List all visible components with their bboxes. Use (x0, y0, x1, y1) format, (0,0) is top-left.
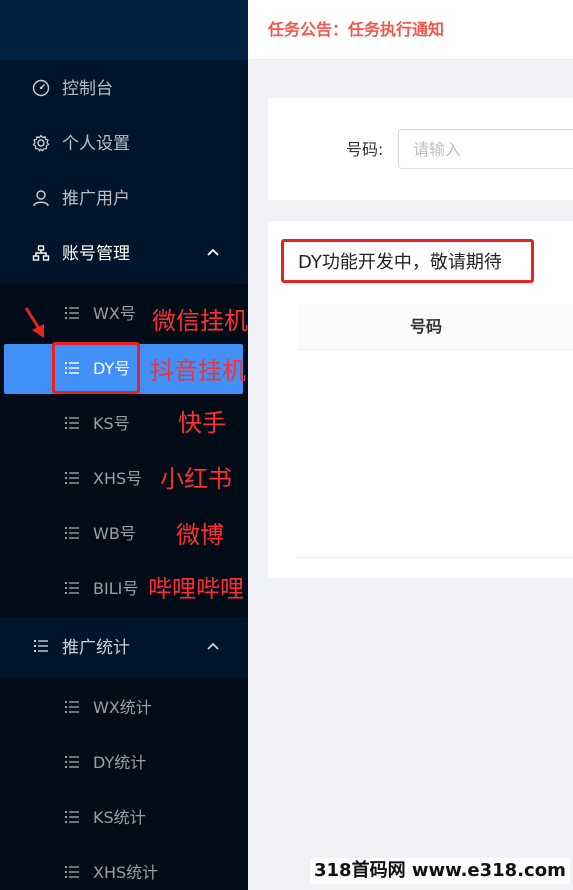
sidebar-subitem-xhs-stats[interactable]: XHS统计 (0, 848, 248, 890)
subitem-label: WX统计 (93, 698, 152, 717)
sidebar-logo-area (0, 0, 248, 60)
annotation-bili: 哔哩哔哩 (148, 575, 244, 603)
annotation-dy: 抖音挂机 (150, 357, 246, 385)
list-icon (32, 638, 50, 656)
column-header-number[interactable]: 号码 (410, 315, 442, 339)
sidebar-item-promo-stats[interactable]: 推广统计 (0, 623, 248, 673)
table-header: 号码 (298, 304, 573, 350)
sidebar-item-label: 推广用户 (62, 189, 130, 209)
highlight-box-message (281, 239, 534, 283)
subitem-label: WX号 (93, 304, 136, 323)
sidebar-item-promo-users[interactable]: 推广用户 (0, 174, 248, 224)
annotation-wb: 微博 (176, 521, 224, 549)
sidebar-item-label: 账号管理 (62, 244, 130, 264)
subitem-label: BILI号 (93, 579, 139, 598)
sidebar-item-settings[interactable]: 个人设置 (0, 119, 248, 169)
sidebar-item-label: 个人设置 (62, 134, 130, 154)
chevron-up-icon (204, 244, 222, 262)
sidebar-item-label: 控制台 (62, 79, 113, 99)
cluster-icon (32, 244, 50, 262)
arrow-annotation-icon (24, 307, 44, 338)
list-icon (64, 809, 80, 825)
sidebar-item-label: 推广统计 (62, 638, 130, 658)
subitem-label: KS号 (93, 414, 130, 433)
list-icon (64, 525, 80, 541)
number-input[interactable] (398, 129, 573, 169)
watermark: 318首码网 www.e318.com (310, 858, 570, 884)
chevron-up-icon (204, 638, 222, 656)
number-field-label: 号码: (346, 140, 384, 159)
list-icon (64, 580, 80, 596)
sidebar: 控制台 个人设置 推广用户 账号管理 WX号 DY号 KS号 XHS号 WB号 … (0, 0, 248, 890)
annotation-ks: 快手 (178, 409, 226, 437)
sidebar-item-account-mgmt[interactable]: 账号管理 (0, 229, 248, 279)
sidebar-item-dashboard[interactable]: 控制台 (0, 64, 248, 114)
sidebar-subitem-dy-stats[interactable]: DY统计 (0, 738, 248, 788)
annotation-wx: 微信挂机 (152, 307, 248, 335)
gear-icon (32, 134, 50, 152)
subitem-label: WB号 (93, 524, 136, 543)
table-bottom-divider (298, 557, 573, 558)
highlight-box-dy (52, 342, 140, 394)
dashboard-icon (32, 79, 50, 97)
list-icon (64, 470, 80, 486)
user-icon (32, 189, 50, 207)
list-icon (64, 305, 80, 321)
subitem-label: XHS号 (93, 469, 143, 488)
search-card: 号码: (268, 98, 573, 200)
list-icon (64, 699, 80, 715)
subitem-label: XHS统计 (93, 863, 159, 882)
subitem-label: KS统计 (93, 808, 146, 827)
sidebar-subitem-wx-stats[interactable]: WX统计 (0, 683, 248, 733)
notice-text[interactable]: 任务公告：任务执行通知 (268, 18, 444, 42)
list-icon (64, 754, 80, 770)
list-icon (64, 864, 80, 880)
subitem-label: DY统计 (93, 753, 147, 772)
sidebar-subitem-ks-stats[interactable]: KS统计 (0, 793, 248, 843)
list-icon (64, 415, 80, 431)
top-bar: 任务公告：任务执行通知 (248, 0, 573, 60)
annotation-xhs: 小红书 (160, 465, 232, 493)
